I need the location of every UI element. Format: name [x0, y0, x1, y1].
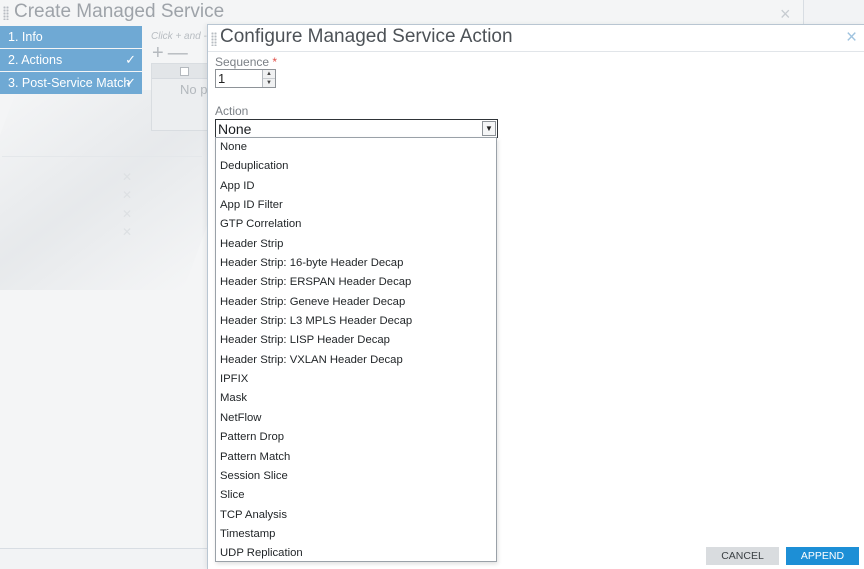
background-close-icon[interactable]: × [780, 4, 791, 25]
ghost-remove-icon: ✕ [122, 188, 133, 202]
option-udp-replication[interactable]: UDP Replication [216, 544, 496, 563]
action-label: Action [215, 104, 249, 118]
required-asterisk: * [272, 55, 278, 69]
drag-handle-icon[interactable] [211, 32, 217, 46]
option-header-strip-lisp[interactable]: Header Strip: LISP Header Decap [216, 331, 496, 350]
sequence-label-text: Sequence [215, 55, 270, 69]
option-tcp-analysis[interactable]: TCP Analysis [216, 506, 496, 525]
option-gtp-correlation[interactable]: GTP Correlation [216, 215, 496, 234]
background-hint-text: Click + and - t [151, 31, 213, 42]
option-none[interactable]: None [216, 138, 496, 157]
wizard-steps: 1. Info 2. Actions ✓ 3. Post-Service Mat… [0, 26, 142, 95]
step-post-service-match[interactable]: 3. Post-Service Match ✓ [0, 72, 142, 94]
step-info[interactable]: 1. Info [0, 26, 142, 48]
option-slice[interactable]: Slice [216, 486, 496, 505]
option-app-id-filter[interactable]: App ID Filter [216, 196, 496, 215]
title-divider [208, 51, 864, 52]
option-app-id[interactable]: App ID [216, 177, 496, 196]
step-actions[interactable]: 2. Actions ✓ [0, 49, 142, 71]
option-timestamp[interactable]: Timestamp [216, 525, 496, 544]
select-all-checkbox[interactable] [180, 67, 189, 76]
check-icon: ✓ [125, 52, 136, 67]
increment-icon[interactable]: ▲ [263, 70, 275, 79]
table-placeholder: No p [180, 82, 208, 97]
sequence-label: Sequence * [215, 55, 277, 69]
remove-icon[interactable]: — [168, 42, 192, 64]
option-header-strip-l3-mpls[interactable]: Header Strip: L3 MPLS Header Decap [216, 312, 496, 331]
ghost-remove-icon: ✕ [122, 207, 133, 221]
background-dialog-title: Create Managed Service [14, 1, 225, 22]
option-header-strip-erspan[interactable]: Header Strip: ERSPAN Header Decap [216, 273, 496, 292]
sequence-input[interactable] [216, 70, 264, 87]
step-label: 2. Actions [8, 53, 63, 67]
option-netflow[interactable]: NetFlow [216, 409, 496, 428]
add-icon[interactable]: + [152, 42, 168, 64]
cancel-button[interactable]: CANCEL [706, 547, 779, 565]
option-mask[interactable]: Mask [216, 389, 496, 408]
option-header-strip-geneve[interactable]: Header Strip: Geneve Header Decap [216, 293, 496, 312]
check-icon: ✓ [125, 75, 136, 90]
option-header-strip-16-byte[interactable]: Header Strip: 16-byte Header Decap [216, 254, 496, 273]
action-selected-value: None [218, 121, 252, 137]
option-session-slice[interactable]: Session Slice [216, 467, 496, 486]
action-select[interactable]: None ▼ [215, 119, 498, 138]
ghost-remove-icon: ✕ [122, 170, 133, 184]
background-dialog-header: Create Managed Service × [0, 0, 803, 26]
step-label: 1. Info [8, 30, 43, 44]
option-header-strip-vxlan[interactable]: Header Strip: VXLAN Header Decap [216, 351, 496, 370]
close-icon[interactable]: × [846, 27, 857, 49]
action-options-list: None Deduplication App ID App ID Filter … [215, 137, 497, 562]
ghost-divider [2, 156, 202, 157]
step-label: 3. Post-Service Match [8, 76, 131, 90]
stepper-buttons: ▲ ▼ [262, 70, 275, 87]
option-header-strip[interactable]: Header Strip [216, 235, 496, 254]
decrement-icon[interactable]: ▼ [263, 79, 275, 87]
dialog-title: Configure Managed Service Action [220, 26, 513, 47]
chevron-down-icon[interactable]: ▼ [482, 121, 496, 136]
append-button[interactable]: APPEND [786, 547, 859, 565]
sequence-stepper[interactable]: ▲ ▼ [215, 69, 276, 88]
option-deduplication[interactable]: Deduplication [216, 157, 496, 176]
option-pattern-match[interactable]: Pattern Match [216, 448, 496, 467]
drag-handle-icon[interactable] [3, 6, 9, 20]
option-pattern-drop[interactable]: Pattern Drop [216, 428, 496, 447]
background-actions-table: No p [151, 63, 213, 131]
background-toolbar: +— [152, 42, 192, 65]
ghost-remove-icon: ✕ [122, 225, 133, 239]
option-ipfix[interactable]: IPFIX [216, 370, 496, 389]
